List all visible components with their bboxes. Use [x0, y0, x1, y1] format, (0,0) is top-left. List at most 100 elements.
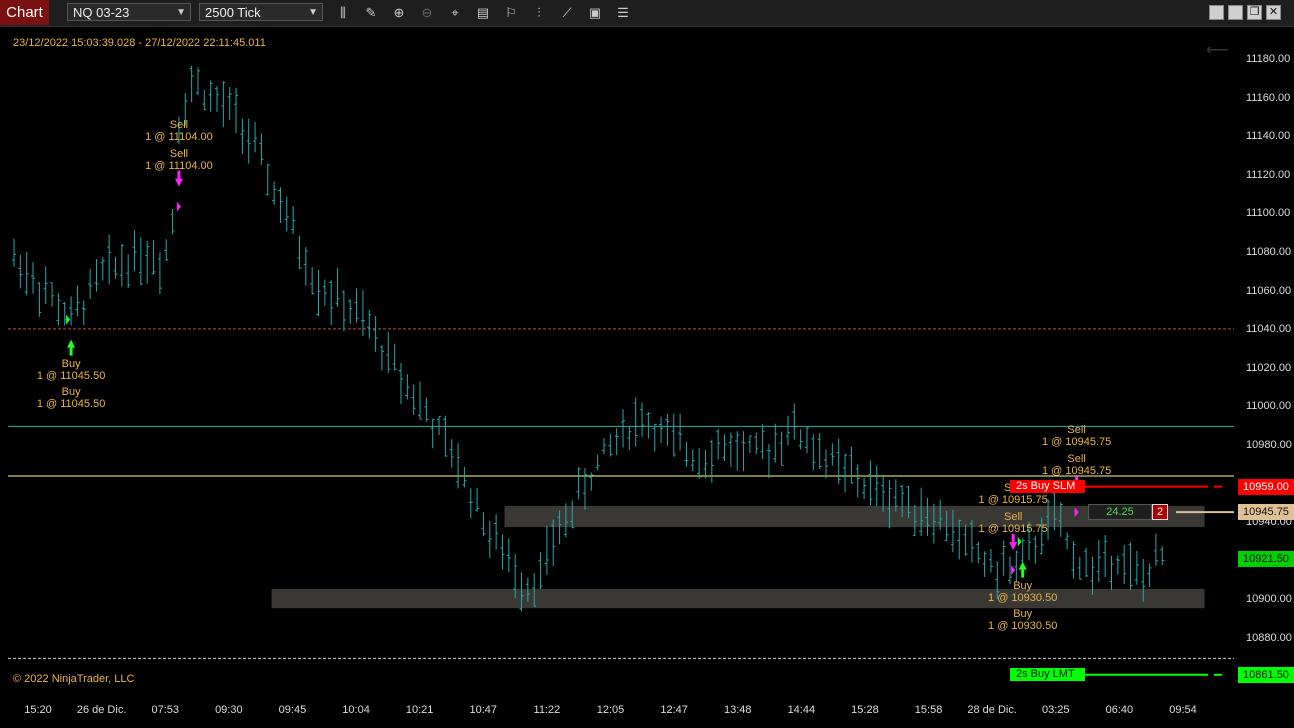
crosshair-icon[interactable]: ⌖ — [446, 4, 464, 22]
time-tick-label: 15:28 — [851, 704, 879, 716]
interval-selector[interactable]: 2500 Tick ▼ — [199, 3, 323, 21]
execution-detail: 1 @ 10930.50 — [988, 591, 1058, 604]
price-bar — [215, 86, 220, 112]
bars-type-icon[interactable]: ⫼ — [334, 4, 352, 22]
price-bar — [621, 409, 626, 448]
price-bar — [329, 280, 334, 325]
back-arrow-icon: ⟵ — [1206, 42, 1229, 59]
order-badge[interactable]: 2s Buy LMT — [1010, 667, 1085, 681]
execution-label[interactable]: Sell 1 @ 11104.00 — [139, 148, 219, 172]
chevron-down-icon: ▼ — [308, 7, 318, 18]
time-tick-label: 15:58 — [914, 704, 943, 716]
execution-side: Sell — [169, 118, 189, 131]
sell-arrow-icon[interactable] — [174, 170, 183, 212]
time-tick-label: 10:47 — [469, 704, 498, 716]
price-bar — [766, 444, 771, 479]
price-bar — [1103, 535, 1108, 578]
price-bar — [291, 206, 296, 235]
draw-tool-icon[interactable]: ✎ — [362, 4, 380, 22]
price-bar — [367, 309, 372, 339]
price-bar — [278, 187, 283, 223]
execution-detail: 1 @ 11045.50 — [36, 369, 106, 382]
price-bar — [341, 290, 346, 332]
price-bar — [703, 449, 708, 479]
price-bar — [874, 465, 879, 507]
execution-label[interactable]: Sell 1 @ 11104.00 — [139, 119, 219, 143]
execution-label[interactable]: Sell1 @ 10915.75 — [973, 511, 1053, 535]
price-bar — [608, 433, 613, 457]
chart-trader-icon[interactable]: ▣ — [586, 4, 604, 22]
order-badge[interactable]: 2s Buy SLM — [1010, 479, 1085, 493]
price-bar — [373, 315, 378, 352]
price-bar — [303, 247, 308, 286]
price-bar — [145, 241, 150, 284]
position-quantity[interactable]: 2 — [1152, 504, 1168, 521]
execution-label[interactable]: Buy 1 @ 10930.50 — [983, 608, 1063, 632]
date-range: 23/12/2022 15:03:39.028 - 27/12/2022 22:… — [13, 37, 266, 49]
properties-icon[interactable]: ▤ — [474, 4, 492, 22]
price-bar — [652, 423, 657, 452]
execution-label[interactable]: Buy 1 @ 11045.50 — [31, 386, 111, 410]
price-bar — [576, 467, 581, 500]
price-bar — [195, 67, 200, 96]
execution-side: Buy — [1013, 607, 1033, 620]
price-bar — [976, 541, 981, 564]
time-tick-label: 14:44 — [787, 704, 816, 716]
price-tick-label: 11020.00 — [1246, 361, 1292, 374]
execution-detail: 1 @ 10915.75 — [978, 494, 1048, 507]
price-bar — [982, 551, 987, 577]
price-zone[interactable] — [271, 588, 1205, 609]
price-bar — [310, 266, 315, 295]
price-bar — [792, 403, 797, 440]
minimize-icon[interactable] — [1209, 5, 1224, 20]
price-bar — [1014, 550, 1019, 583]
price-bar — [31, 262, 36, 294]
execution-detail: 1 @ 11045.50 — [36, 397, 106, 410]
price-bar — [849, 446, 854, 484]
data-box-icon[interactable]: ☰ — [614, 4, 632, 22]
price-bar — [1160, 546, 1165, 566]
price-bar — [836, 438, 841, 485]
execution-label[interactable]: Sell 1 @ 10945.75 — [1037, 424, 1117, 448]
price-bar — [424, 397, 429, 422]
price-bar — [988, 548, 993, 573]
last-price-tag: 10921.50 — [1238, 550, 1294, 567]
price-bar — [69, 296, 74, 326]
instrument-selector[interactable]: NQ 03-23 ▼ — [67, 3, 191, 21]
price-bar — [208, 80, 213, 112]
execution-label[interactable]: Buy 1 @ 10930.50 — [983, 580, 1063, 604]
strategies-icon[interactable]: ⟋ — [558, 4, 576, 22]
execution-label[interactable]: Buy 1 @ 11045.50 — [31, 358, 111, 382]
close-icon[interactable]: ✕ — [1266, 5, 1281, 20]
price-bar — [1128, 542, 1133, 590]
chart-tab[interactable]: Chart — [0, 0, 49, 25]
position-pnl[interactable]: 24.25 — [1088, 504, 1152, 521]
price-tick-label: 11140.00 — [1246, 130, 1291, 143]
price-bar — [456, 443, 461, 489]
price-bar — [348, 299, 353, 324]
zoom-out-icon[interactable]: ⊖ — [418, 4, 436, 22]
price-tick-label: 11060.00 — [1246, 284, 1292, 297]
indicators-icon[interactable]: ⫶ — [530, 4, 548, 22]
price-bar — [12, 238, 16, 267]
restore-icon[interactable] — [1228, 5, 1243, 20]
price-bar — [443, 415, 448, 457]
time-tick-label: 11:22 — [533, 704, 561, 716]
price-bar — [671, 413, 676, 457]
price-bar — [646, 412, 651, 439]
price-bar — [430, 418, 435, 449]
price-bar — [481, 512, 486, 537]
price-bar — [1115, 555, 1120, 575]
price-bar — [785, 415, 790, 446]
templates-icon[interactable]: ⚐ — [502, 4, 520, 22]
price-bar — [437, 415, 442, 436]
position-price-tag: 10945.75 — [1238, 504, 1294, 521]
price-bar — [119, 243, 124, 287]
zoom-in-icon[interactable]: ⊕ — [390, 4, 408, 22]
price-bar — [633, 397, 638, 447]
execution-label[interactable]: Sell 1 @ 10945.75 — [1037, 453, 1117, 477]
price-bar — [113, 256, 118, 279]
price-bar — [1134, 550, 1139, 585]
price-bar — [88, 268, 93, 300]
maximize-icon[interactable]: ❐ — [1247, 5, 1262, 20]
